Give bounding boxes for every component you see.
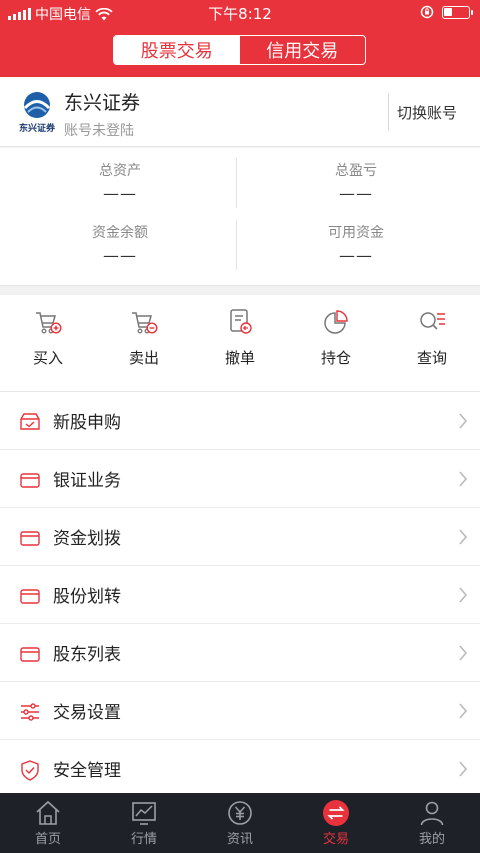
card-icon	[20, 647, 40, 662]
buy-button[interactable]: 买入	[0, 307, 96, 368]
menu-item-label: 股份划转	[53, 587, 121, 607]
pie-chart-icon	[324, 310, 348, 334]
menu-item-share-transfer[interactable]: 股份划转	[0, 566, 480, 624]
status-bar: 中国电信 下午8:12	[0, 0, 480, 26]
account-panel: 东兴证券 东兴证券 账号未登陆 切换账号	[0, 77, 480, 147]
switch-account-button[interactable]: 切换账号	[388, 93, 457, 131]
shield-icon	[21, 760, 39, 781]
yuan-icon	[228, 801, 252, 825]
menu-item-fund-transfer[interactable]: 资金划拨	[0, 508, 480, 566]
total-pnl-label: 总盈亏	[335, 163, 377, 179]
battery-icon	[442, 5, 473, 19]
menu-item-label: 股东列表	[53, 645, 121, 665]
cart-minus-icon	[132, 312, 158, 334]
card-icon	[20, 589, 40, 604]
trade-type-switch: 股票交易 信用交易	[113, 35, 366, 65]
menu-item-bank-securities[interactable]: 银证业务	[0, 450, 480, 508]
total-pnl: 总盈亏 ——	[236, 160, 476, 203]
cancel-order-button[interactable]: 撤单	[192, 307, 288, 368]
menu-item-ipo-subscription[interactable]: 新股申购	[0, 392, 480, 450]
status-time: 下午8:12	[208, 5, 272, 23]
tab-label: 行情	[130, 832, 157, 847]
chevron-right-icon	[459, 703, 468, 719]
tab-home[interactable]: 首页	[0, 793, 96, 853]
query-button[interactable]: 查询	[384, 307, 480, 368]
app-header: 中国电信 下午8:12 股票交易 信用交易	[0, 0, 480, 77]
positions-button[interactable]: 持仓	[288, 307, 384, 368]
sell-button[interactable]: 卖出	[96, 307, 192, 368]
asset-summary: 总资产 —— 总盈亏 —— 资金余额 —— 可用资金 ——	[0, 148, 480, 286]
positions-label: 持仓	[320, 349, 351, 367]
tab-label: 首页	[34, 832, 61, 847]
chart-icon	[132, 802, 156, 825]
login-status: 账号未登陆	[64, 123, 134, 139]
ipo-box-icon	[20, 413, 40, 430]
chevron-right-icon	[459, 471, 468, 487]
chevron-right-icon	[459, 587, 468, 603]
card-icon	[20, 473, 40, 488]
tab-mine[interactable]: 我的	[384, 793, 480, 853]
trade-icon	[323, 800, 349, 826]
rotation-lock-icon	[420, 5, 434, 19]
menu-item-trade-settings[interactable]: 交易设置	[0, 682, 480, 740]
sliders-icon	[21, 703, 39, 721]
tab-label: 交易	[322, 832, 349, 847]
menu-item-shareholder-list[interactable]: 股东列表	[0, 624, 480, 682]
cart-plus-icon	[36, 312, 62, 334]
user-icon	[420, 801, 444, 826]
tab-trade[interactable]: 交易	[288, 793, 384, 853]
tab-market[interactable]: 行情	[96, 793, 192, 853]
menu-item-label: 交易设置	[53, 703, 121, 723]
available-funds-label: 可用资金	[328, 225, 384, 241]
chevron-right-icon	[459, 761, 468, 777]
fund-balance: 资金余额 ——	[0, 222, 240, 265]
bottom-tab-bar: 首页 行情 资讯 交易 我的	[0, 793, 480, 853]
broker-logo: 东兴证券	[16, 89, 58, 135]
cancel-order-label: 撤单	[224, 349, 255, 367]
available-funds-value: ——	[339, 246, 373, 265]
chevron-right-icon	[459, 413, 468, 429]
tab-label: 资讯	[226, 832, 253, 847]
total-assets: 总资产 ——	[0, 160, 240, 203]
total-assets-value: ——	[103, 184, 137, 203]
total-pnl-value: ——	[339, 184, 373, 203]
broker-name: 东兴证券	[64, 92, 141, 114]
tab-stock-trade[interactable]: 股票交易	[114, 36, 240, 64]
available-funds: 可用资金 ——	[236, 222, 476, 265]
search-list-icon	[420, 312, 445, 330]
fund-balance-label: 资金余额	[92, 225, 148, 241]
chevron-right-icon	[459, 645, 468, 661]
fund-balance-value: ——	[103, 246, 137, 265]
tab-news[interactable]: 资讯	[192, 793, 288, 853]
menu-item-label: 新股申购	[53, 413, 121, 433]
menu-item-security-management[interactable]: 安全管理	[0, 740, 480, 798]
card-icon	[20, 531, 40, 546]
tab-label: 我的	[418, 832, 445, 847]
home-icon	[36, 800, 60, 825]
menu-item-label: 安全管理	[53, 761, 121, 781]
sell-label: 卖出	[128, 349, 159, 367]
total-assets-label: 总资产	[99, 163, 141, 179]
trade-menu: 新股申购 银证业务 资金划拨 股份划转 股东列表 交易设置 安全管理	[0, 392, 480, 798]
chevron-right-icon	[459, 529, 468, 545]
status-right	[420, 5, 473, 19]
query-label: 查询	[416, 349, 447, 367]
menu-item-label: 银证业务	[53, 471, 121, 491]
menu-item-label: 资金划拨	[53, 529, 121, 549]
cancel-order-icon	[230, 309, 252, 334]
tab-credit-trade[interactable]: 信用交易	[240, 36, 366, 64]
quick-actions: 买入 卖出 撤单 持仓 查询	[0, 295, 480, 392]
buy-label: 买入	[32, 349, 63, 367]
broker-logo-text: 东兴证券	[18, 124, 55, 134]
